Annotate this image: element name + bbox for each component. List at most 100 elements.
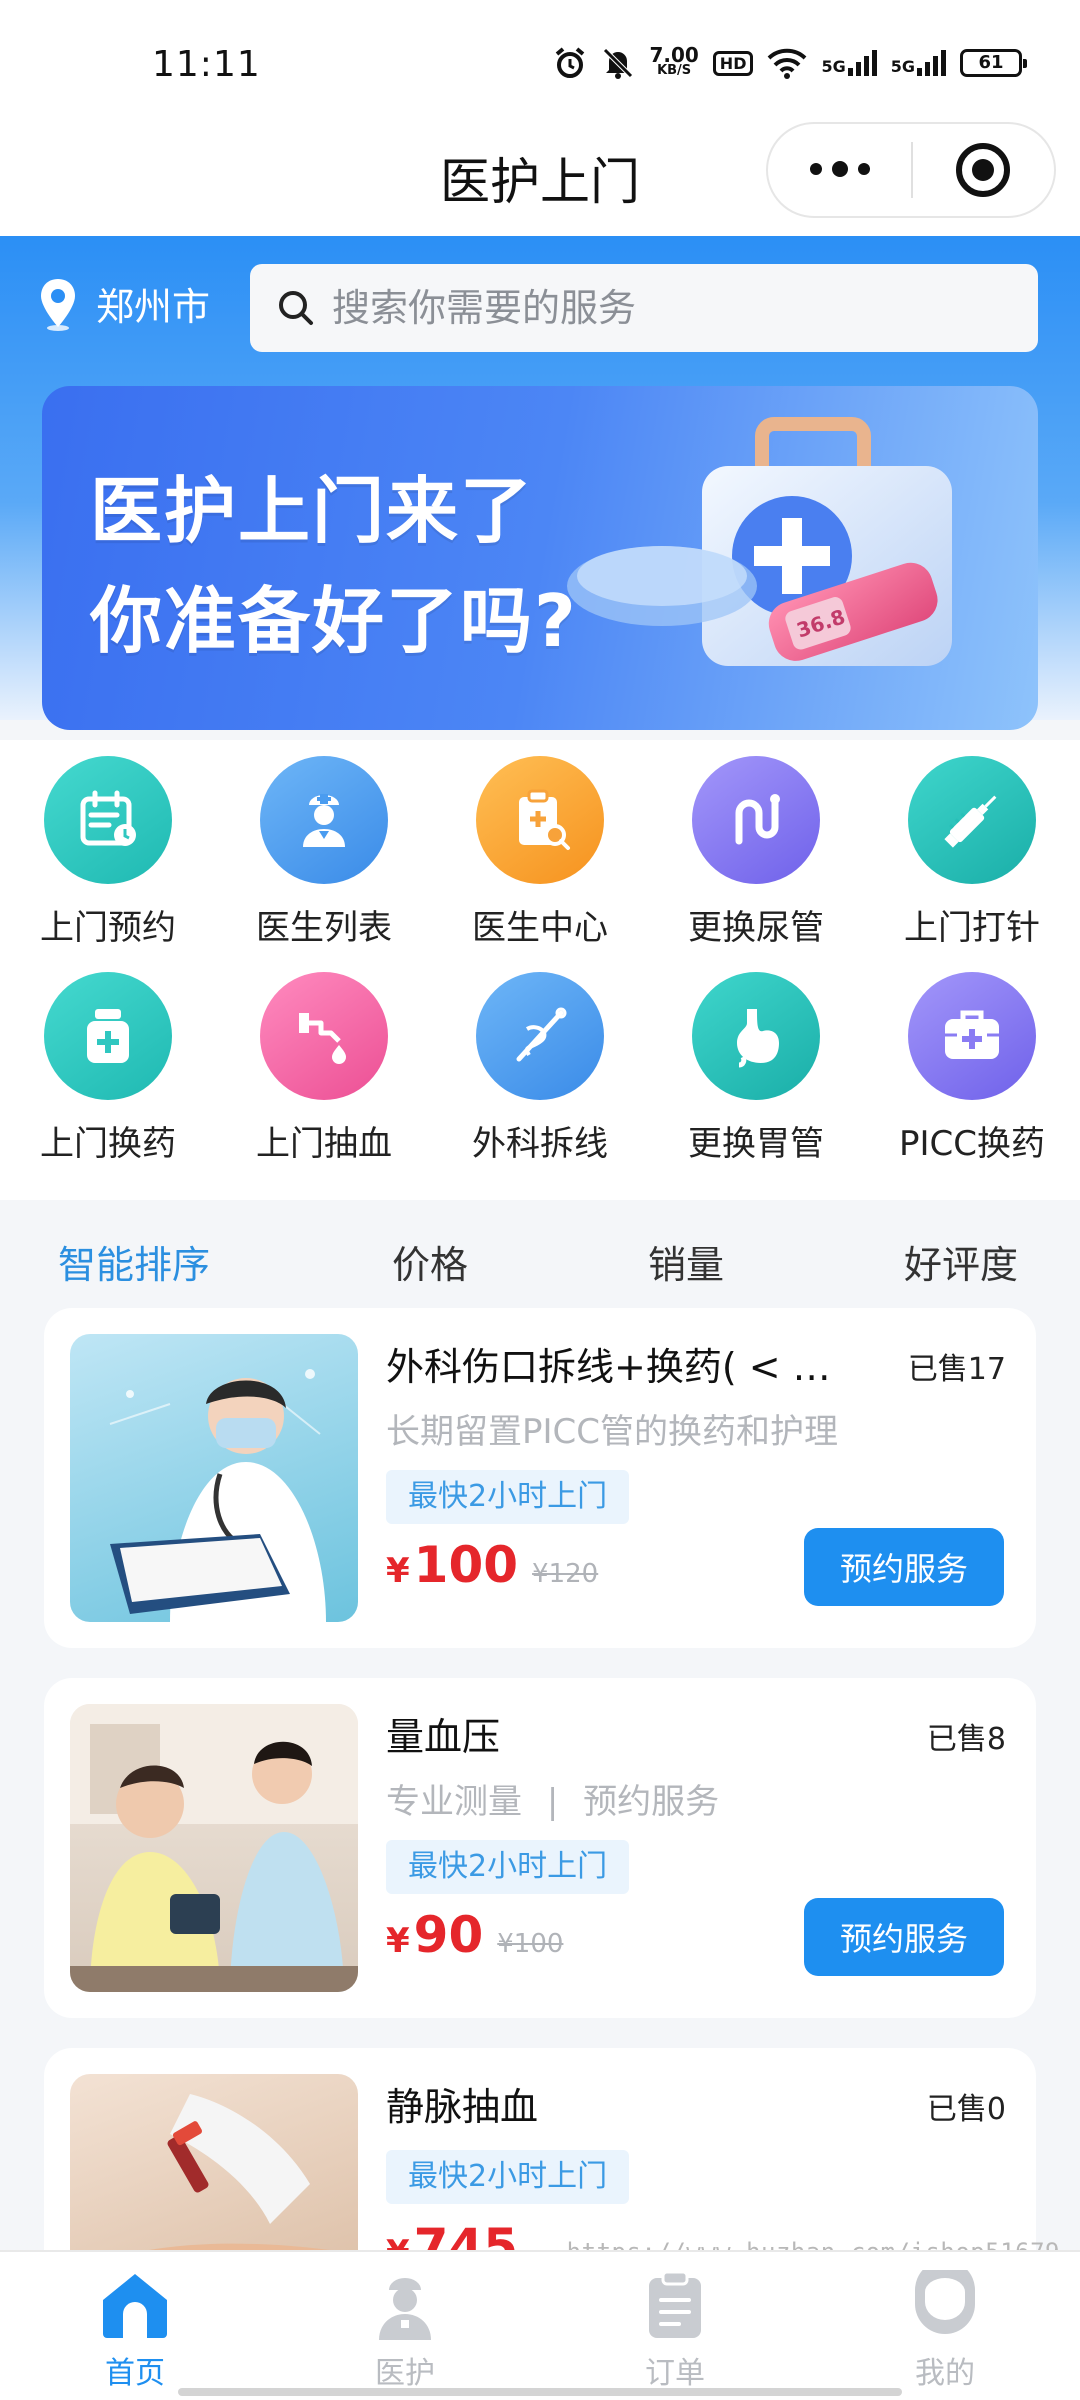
close-miniprogram-button[interactable] (913, 143, 1054, 197)
service-doctor-center[interactable]: 医生中心 (432, 756, 648, 966)
medkit-icon (945, 1010, 999, 1059)
book-service-button[interactable]: 预约服务 (804, 1898, 1004, 1976)
signal-2: 5G (891, 50, 946, 76)
product-image-blood-pressure (70, 1704, 358, 1992)
stomach-icon (737, 1009, 779, 1068)
product-subtitle: 专业测量 | 预约服务 (386, 1774, 719, 1823)
service-doctor-list[interactable]: 医生列表 (216, 756, 432, 966)
arrival-tag: 最快2小时上门 (386, 1470, 630, 1524)
search-input[interactable] (332, 286, 982, 330)
product-title: 外科伤口拆线+换药( < 5... (386, 1345, 846, 1389)
alarm-icon (556, 47, 585, 78)
net-speed: 7.00 KB/S (649, 43, 699, 78)
book-service-button[interactable]: 预约服务 (804, 1528, 1004, 1606)
arrival-tag: 最快2小时上门 (386, 1840, 630, 1894)
search-bar[interactable] (250, 264, 1038, 352)
product-card[interactable]: 量血压 已售8 专业测量 | 预约服务 最快2小时上门 ¥ 90 ¥100 预约… (44, 1678, 1036, 2018)
service-icon-circle (908, 972, 1036, 1100)
service-label: 更换胃管 (688, 1124, 824, 1164)
product-image-nurse (70, 1334, 358, 1622)
calendar-icon (80, 790, 136, 846)
home-indicator[interactable] (178, 2388, 902, 2396)
suture-icon (516, 1007, 567, 1062)
tab-mine[interactable]: 我的 (875, 2270, 1015, 2392)
miniprogram-capsule (766, 122, 1056, 218)
product-title: 静脉抽血 (386, 2085, 539, 2129)
service-picc-dressing[interactable]: PICC换药 (864, 972, 1080, 1182)
tab-label: 首页 (105, 2356, 165, 2391)
tab-care[interactable]: 医护 (335, 2270, 475, 2392)
service-grid: 上门预约 医生列表 医生中心 更换尿管 上门打针 上门换药 上门抽血 外科拆线 … (0, 740, 1080, 1200)
current-price: 100 (413, 1536, 519, 1594)
service-label: PICC换药 (898, 1124, 1045, 1164)
service-suture-removal[interactable]: 外科拆线 (432, 972, 648, 1182)
clipboard-icon (519, 789, 570, 850)
service-blood-draw[interactable]: 上门抽血 (216, 972, 432, 1182)
subtitle-separator: | (546, 1782, 559, 1822)
original-price: ¥120 (532, 1559, 599, 1589)
blood-pressure-illustration (70, 1704, 358, 1992)
service-label: 医生列表 (256, 908, 392, 948)
service-icon-circle (260, 972, 388, 1100)
sort-price[interactable]: 价格 (392, 1234, 468, 1289)
city-label: 郑州市 (96, 285, 211, 329)
service-label: 上门预约 (40, 908, 176, 948)
sold-count: 已售17 (907, 1352, 1006, 1387)
signal-1: 5G (821, 50, 877, 76)
location-selector[interactable]: 郑州市 (38, 276, 210, 331)
tab-orders[interactable]: 订单 (605, 2270, 745, 2392)
nurse-icon (379, 2278, 431, 2340)
service-icon-circle (692, 972, 820, 1100)
profile-icon (915, 2270, 975, 2334)
service-home-dressing[interactable]: 上门换药 (0, 972, 216, 1182)
hero-section: 郑州市 医护上门来了 你准备好了吗? 36.8 (0, 236, 1080, 730)
target-icon (956, 143, 1011, 197)
original-price: ¥100 (497, 1929, 564, 1959)
currency-symbol: ¥ (386, 1551, 410, 1591)
service-label: 上门打针 (904, 908, 1040, 948)
service-label: 更换尿管 (688, 908, 824, 948)
status-bar: 11:11 7.00 KB/S HD 5G 5G 61 (0, 0, 1080, 118)
more-icon[interactable] (768, 161, 911, 177)
sort-sales[interactable]: 销量 (648, 1234, 724, 1289)
subtitle-part-a: 专业测量 (386, 1782, 522, 1822)
banner-line-2: 你准备好了吗? (90, 579, 578, 663)
signal-bars-icon (847, 50, 877, 76)
doctor-icon (303, 794, 345, 847)
service-injection[interactable]: 上门打针 (864, 756, 1080, 966)
service-change-catheter[interactable]: 更换尿管 (648, 756, 864, 966)
service-label: 上门抽血 (256, 1124, 392, 1164)
product-subtitle: 长期留置PICC管的换药和护理 (386, 1412, 839, 1452)
current-price: 90 (413, 1906, 484, 1964)
nurse-illustration (109, 1369, 326, 1622)
medicine-bottle-icon (87, 1009, 129, 1063)
service-label: 医生中心 (472, 908, 608, 948)
sort-rating[interactable]: 好评度 (904, 1234, 1018, 1289)
tab-home[interactable]: 首页 (65, 2270, 205, 2392)
mute-bell-icon (603, 48, 634, 79)
sort-smart[interactable]: 智能排序 (58, 1234, 210, 1289)
sold-count: 已售0 (926, 2092, 1006, 2127)
location-pin-icon (41, 278, 75, 331)
home-icon (103, 2274, 167, 2338)
product-card[interactable]: 外科伤口拆线+换药( < 5... 已售17 长期留置PICC管的换药和护理 最… (44, 1308, 1036, 1648)
tab-label: 我的 (915, 2356, 975, 2391)
status-icons: 7.00 KB/S HD 5G 5G 61 (553, 43, 1027, 80)
service-icon-circle (476, 756, 604, 884)
service-icon-circle (44, 756, 172, 884)
bottom-tab-bar: 首页 医护 订单 我的 (0, 2250, 1080, 2400)
sold-count: 已售8 (926, 1722, 1006, 1757)
tab-label: 订单 (645, 2356, 705, 2391)
service-change-gastric-tube[interactable]: 更换胃管 (648, 972, 864, 1182)
medical-kit-illustration: 36.8 (567, 417, 952, 666)
price: ¥ 90 ¥100 (386, 1906, 563, 1964)
service-label: 外科拆线 (472, 1124, 608, 1164)
tab-label: 医护 (375, 2356, 435, 2391)
promo-banner[interactable]: 医护上门来了 你准备好了吗? 36.8 (42, 386, 1038, 730)
service-icon-circle (476, 972, 604, 1100)
service-icon-circle (44, 972, 172, 1100)
banner-text: 医护上门来了 你准备好了吗? (90, 456, 578, 676)
catheter-icon (735, 794, 780, 845)
service-label: 上门换药 (40, 1124, 176, 1164)
service-home-appointment[interactable]: 上门预约 (0, 756, 216, 966)
